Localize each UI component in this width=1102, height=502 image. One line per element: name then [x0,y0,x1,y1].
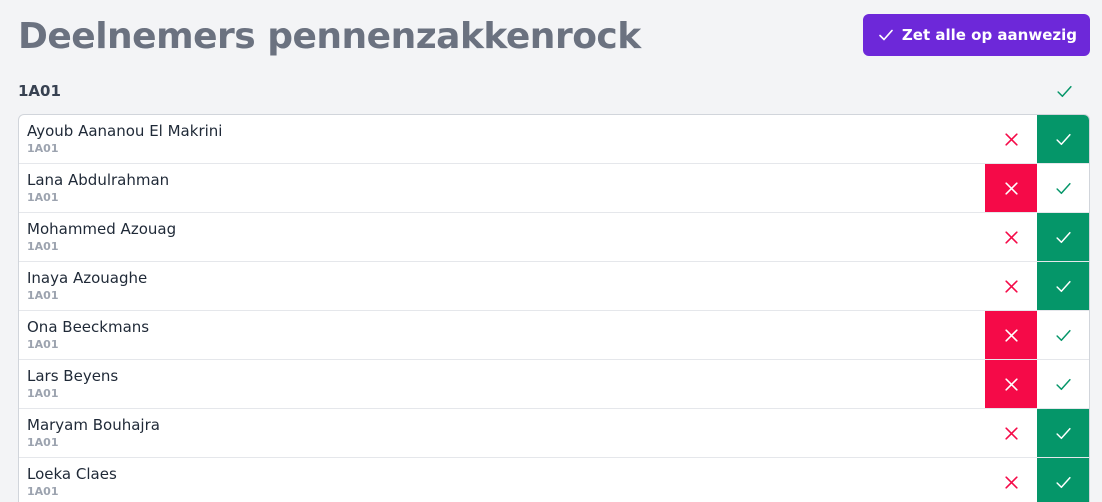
participant-class: 1A01 [27,142,59,155]
participant-row: Inaya Azouaghe 1A01 [19,262,1089,311]
participant-info: Loeka Claes 1A01 [19,458,985,502]
participant-name: Maryam Bouhajra [27,416,160,434]
close-icon [1004,476,1018,489]
check-icon [1055,133,1071,145]
participant-info: Maryam Bouhajra 1A01 [19,409,985,457]
check-icon [1055,476,1071,489]
close-icon [1004,132,1018,146]
participant-class: 1A01 [27,338,59,351]
mark-present-button[interactable] [1037,213,1089,261]
participant-name: Ona Beeckmans [27,318,150,336]
header: Deelnemers pennenzakkenrock Zet alle op … [18,0,1090,74]
participant-row: Ona Beeckmans 1A01 [19,311,1089,360]
mark-present-button[interactable] [1037,164,1089,212]
participant-class: 1A01 [27,240,59,253]
mark-absent-button[interactable] [985,360,1037,408]
participant-row: Loeka Claes 1A01 [19,458,1089,502]
participant-class: 1A01 [27,387,59,400]
check-icon [1055,378,1071,390]
participant-class: 1A01 [27,289,59,302]
close-icon [1004,328,1018,342]
page: Deelnemers pennenzakkenrock Zet alle op … [0,0,1102,502]
mark-all-present-button[interactable]: Zet alle op aanwezig [862,14,1090,56]
check-icon [1055,182,1071,194]
participant-row: Lana Abdulrahman 1A01 [19,164,1089,213]
page-title: Deelnemers pennenzakkenrock [18,15,641,57]
close-icon [1004,230,1018,244]
participant-list: Ayoub Aananou El Makrini 1A01 Lana Abdul… [18,114,1090,502]
check-icon [1055,329,1071,341]
participant-row: Mohammed Azouag 1A01 [19,213,1089,262]
check-icon [1055,427,1071,439]
participant-info: Lana Abdulrahman 1A01 [19,164,985,212]
check-icon [879,29,893,41]
mark-present-button[interactable] [1037,311,1089,359]
mark-present-button[interactable] [1037,409,1089,457]
mark-all-present-label: Zet alle op aanwezig [901,26,1077,44]
participant-class: 1A01 [27,191,59,204]
group-mark-present-button[interactable] [1038,74,1090,108]
participant-info: Lars Beyens 1A01 [19,360,985,408]
mark-absent-button[interactable] [985,164,1037,212]
participant-name: Lana Abdulrahman [27,171,170,189]
mark-present-button[interactable] [1037,360,1089,408]
participant-class: 1A01 [27,436,59,449]
mark-present-button[interactable] [1037,458,1089,502]
participant-name: Ayoub Aananou El Makrini [27,122,223,140]
participant-info: Mohammed Azouag 1A01 [19,213,985,261]
participant-row: Lars Beyens 1A01 [19,360,1089,409]
participant-info: Inaya Azouaghe 1A01 [19,262,985,310]
mark-absent-button[interactable] [985,213,1037,261]
close-icon [1004,377,1018,391]
participant-name: Mohammed Azouag [27,220,177,238]
participant-row: Ayoub Aananou El Makrini 1A01 [19,115,1089,164]
mark-absent-button[interactable] [985,262,1037,310]
participant-info: Ona Beeckmans 1A01 [19,311,985,359]
mark-present-button[interactable] [1037,262,1089,310]
mark-absent-button[interactable] [985,409,1037,457]
group-label: 1A01 [18,82,61,100]
close-icon [1004,279,1018,293]
participant-row: Maryam Bouhajra 1A01 [19,409,1089,458]
participant-name: Lars Beyens [27,367,119,385]
participant-name: Inaya Azouaghe [27,269,148,287]
close-icon [1004,426,1018,440]
mark-absent-button[interactable] [985,311,1037,359]
check-icon [1055,231,1071,243]
close-icon [1004,181,1018,195]
mark-absent-button[interactable] [985,458,1037,502]
mark-absent-button[interactable] [985,115,1037,163]
check-icon [1055,280,1071,292]
participant-class: 1A01 [27,485,59,498]
participant-info: Ayoub Aananou El Makrini 1A01 [19,115,985,163]
mark-present-button[interactable] [1037,115,1089,163]
participant-name: Loeka Claes [27,465,117,483]
check-icon [1056,85,1072,97]
group-header: 1A01 [18,74,1090,108]
